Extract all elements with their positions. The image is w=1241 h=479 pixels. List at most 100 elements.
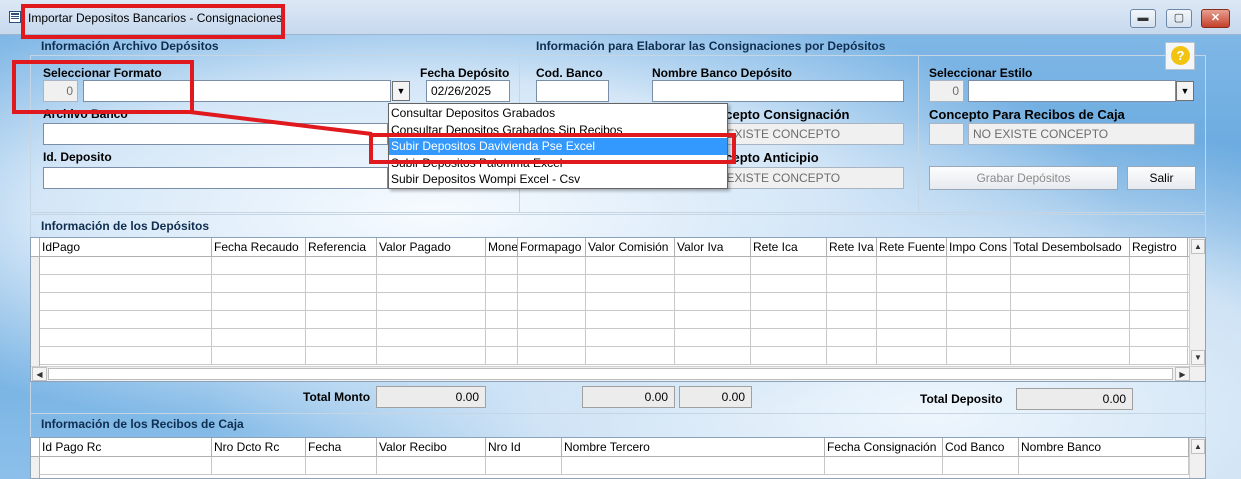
table-cell[interactable] <box>827 275 877 292</box>
recibos-grid[interactable]: Id Pago Rc Nro Dcto Rc Fecha Valor Recib… <box>30 437 1206 479</box>
cod-banco-field[interactable] <box>536 80 609 102</box>
table-cell[interactable] <box>212 311 306 328</box>
column-header[interactable]: Formapago <box>518 238 586 257</box>
table-cell[interactable] <box>486 293 518 310</box>
column-header[interactable]: Referencia <box>306 238 377 257</box>
table-cell[interactable] <box>586 257 675 274</box>
table-cell[interactable] <box>827 329 877 346</box>
table-cell[interactable] <box>1011 275 1130 292</box>
table-row[interactable] <box>40 347 1189 365</box>
table-cell[interactable] <box>1130 257 1188 274</box>
close-button[interactable]: ✕ <box>1201 9 1230 28</box>
dropdown-option[interactable]: Subir Depositos Palomma Excel <box>389 155 727 172</box>
table-row[interactable] <box>40 275 1189 293</box>
table-cell[interactable] <box>377 257 486 274</box>
table-cell[interactable] <box>1011 329 1130 346</box>
table-cell[interactable] <box>1011 311 1130 328</box>
horizontal-scroll-thumb[interactable] <box>48 368 1173 380</box>
table-cell[interactable] <box>518 329 586 346</box>
fecha-deposito-field[interactable]: 02/26/2025 <box>426 80 510 102</box>
column-header[interactable]: Valor Iva <box>675 238 751 257</box>
column-header[interactable]: Valor Pagado <box>377 238 486 257</box>
table-cell[interactable] <box>40 257 212 274</box>
formato-select[interactable] <box>83 80 391 102</box>
table-cell[interactable] <box>751 257 827 274</box>
table-cell[interactable] <box>486 347 518 364</box>
table-cell[interactable] <box>827 311 877 328</box>
table-cell[interactable] <box>586 311 675 328</box>
table-cell[interactable] <box>877 293 947 310</box>
table-cell[interactable] <box>586 275 675 292</box>
table-cell[interactable] <box>486 329 518 346</box>
estilo-dropdown-button[interactable]: ▼ <box>1176 81 1194 101</box>
column-header[interactable]: Nro Dcto Rc <box>212 438 306 457</box>
table-cell[interactable] <box>518 257 586 274</box>
maximize-button[interactable]: ▢ <box>1166 9 1192 28</box>
table-cell[interactable] <box>306 329 377 346</box>
table-cell[interactable] <box>486 257 518 274</box>
table-cell[interactable] <box>377 275 486 292</box>
table-row[interactable] <box>40 293 1189 311</box>
depositos-grid[interactable]: IdPago Fecha Recaudo Referencia Valor Pa… <box>30 237 1206 382</box>
column-header[interactable]: Nombre Tercero <box>562 438 825 457</box>
table-cell[interactable] <box>877 329 947 346</box>
table-cell[interactable] <box>518 311 586 328</box>
table-cell[interactable] <box>586 329 675 346</box>
table-cell[interactable] <box>1130 293 1188 310</box>
column-header[interactable]: Cod Banco <box>943 438 1019 457</box>
table-cell[interactable] <box>947 293 1011 310</box>
table-cell[interactable] <box>827 257 877 274</box>
table-cell[interactable] <box>675 275 751 292</box>
table-cell[interactable] <box>377 293 486 310</box>
column-header[interactable]: Rete Ica <box>751 238 827 257</box>
estilo-select[interactable] <box>968 80 1176 102</box>
table-cell[interactable] <box>586 347 675 364</box>
scroll-up-button[interactable]: ▲ <box>1191 439 1205 454</box>
recibos-vertical-scrollbar[interactable]: ▲ <box>1189 438 1205 478</box>
table-cell[interactable] <box>306 275 377 292</box>
table-cell[interactable] <box>1011 257 1130 274</box>
scroll-left-button[interactable]: ◀ <box>32 367 47 381</box>
table-cell[interactable] <box>486 275 518 292</box>
table-cell[interactable] <box>947 311 1011 328</box>
column-header[interactable]: Total Desembolsado <box>1011 238 1130 257</box>
table-cell[interactable] <box>486 311 518 328</box>
help-button[interactable]: ? <box>1165 42 1195 70</box>
table-cell[interactable] <box>1130 329 1188 346</box>
table-cell[interactable] <box>306 293 377 310</box>
table-cell[interactable] <box>40 347 212 364</box>
column-header[interactable]: Rete Fuente <box>877 238 947 257</box>
table-cell[interactable] <box>751 311 827 328</box>
table-cell[interactable] <box>675 257 751 274</box>
table-cell[interactable] <box>877 311 947 328</box>
table-cell[interactable] <box>675 293 751 310</box>
table-cell[interactable] <box>947 347 1011 364</box>
scroll-right-button[interactable]: ▶ <box>1175 367 1190 381</box>
table-cell[interactable] <box>212 293 306 310</box>
formato-dropdown-button[interactable]: ▼ <box>392 81 410 101</box>
table-cell[interactable] <box>751 347 827 364</box>
table-cell[interactable] <box>877 257 947 274</box>
table-cell[interactable] <box>518 347 586 364</box>
archivo-banco-field[interactable] <box>43 123 388 145</box>
column-header[interactable]: Nombre Banco <box>1019 438 1189 457</box>
table-row[interactable] <box>40 311 1189 329</box>
table-cell[interactable] <box>377 311 486 328</box>
depositos-vertical-scrollbar[interactable]: ▲ ▼ <box>1189 238 1205 366</box>
table-cell[interactable] <box>212 275 306 292</box>
column-header[interactable]: Nro Id <box>486 438 562 457</box>
table-cell[interactable] <box>306 347 377 364</box>
table-cell[interactable] <box>947 257 1011 274</box>
table-cell[interactable] <box>1130 347 1188 364</box>
table-cell[interactable] <box>827 347 877 364</box>
table-cell[interactable] <box>675 311 751 328</box>
table-cell[interactable] <box>377 329 486 346</box>
table-cell[interactable] <box>212 257 306 274</box>
dropdown-option[interactable]: Consultar Depositos Grabados Sin Recibos <box>389 122 727 139</box>
table-cell[interactable] <box>40 275 212 292</box>
table-cell[interactable] <box>877 275 947 292</box>
column-header[interactable]: Valor Comisión <box>586 238 675 257</box>
scroll-down-button[interactable]: ▼ <box>1191 350 1205 365</box>
column-header[interactable]: Rete Iva <box>827 238 877 257</box>
table-cell[interactable] <box>377 347 486 364</box>
